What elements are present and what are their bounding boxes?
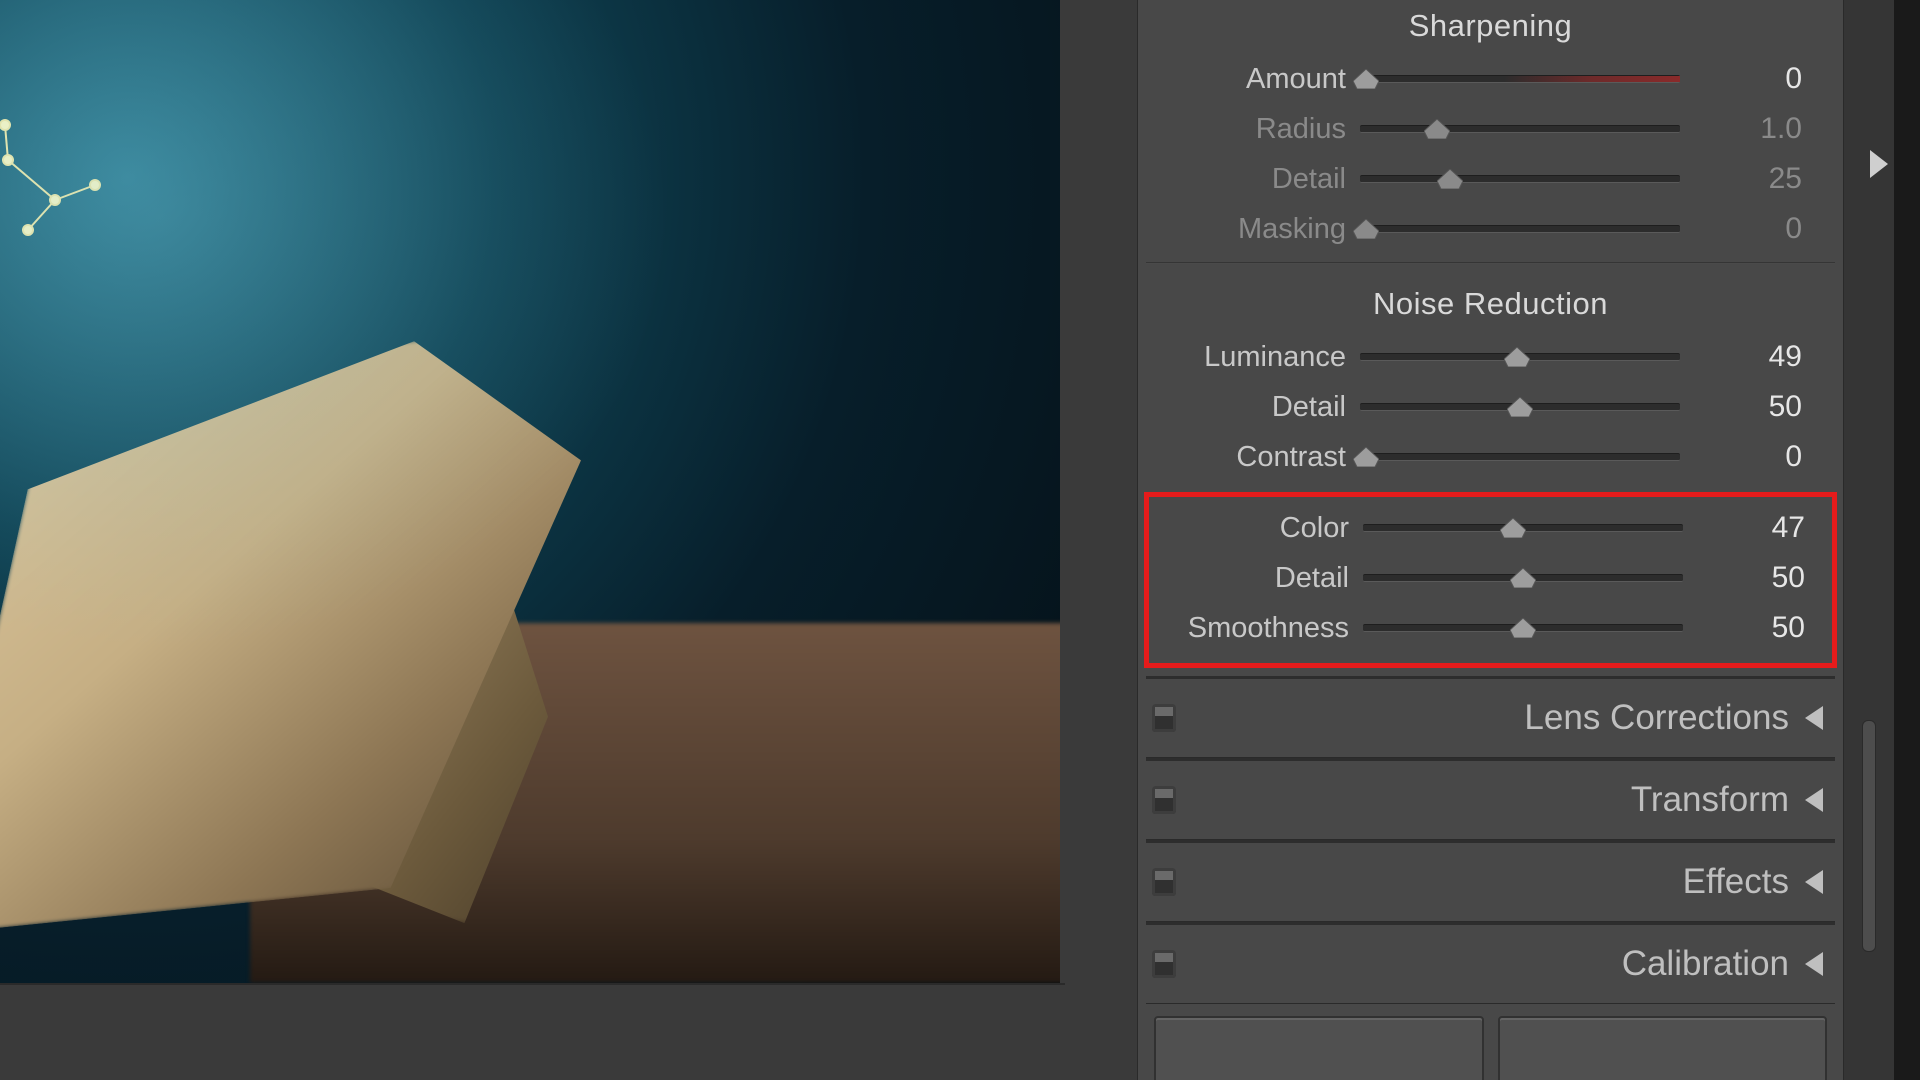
sharpening-masking-row: Masking 0	[1146, 204, 1835, 254]
nr-color-row: Color 47	[1149, 503, 1832, 553]
panel-scrollbar[interactable]	[1862, 720, 1876, 952]
expand-panel-icon[interactable]	[1870, 150, 1888, 178]
slider-thumb-icon[interactable]	[1507, 397, 1533, 417]
panel-transform-title: Transform	[1186, 780, 1789, 820]
nr-contrast-label: Contrast	[1150, 441, 1346, 474]
nr-color-detail-slider[interactable]	[1363, 567, 1683, 589]
sharpening-masking-value[interactable]: 0	[1694, 212, 1808, 246]
nr-luminance-value[interactable]: 49	[1694, 340, 1808, 374]
sharpening-title: Sharpening	[1146, 8, 1835, 44]
sharpening-detail-row: Detail 25	[1146, 154, 1835, 204]
sharpening-amount-value[interactable]: 0	[1694, 62, 1808, 96]
nr-smoothness-slider[interactable]	[1363, 617, 1683, 639]
bottom-toolbar	[0, 983, 1065, 1080]
slider-thumb-icon[interactable]	[1437, 169, 1463, 189]
sharpening-masking-slider[interactable]	[1360, 218, 1680, 240]
panel-toggle-switch[interactable]	[1152, 786, 1176, 814]
sharpening-masking-label: Masking	[1150, 213, 1346, 246]
nr-color-detail-row: Detail 50	[1149, 553, 1832, 603]
panel-effects[interactable]: Effects	[1146, 840, 1835, 921]
right-gutter	[1844, 0, 1894, 1080]
triangle-left-icon[interactable]	[1799, 870, 1829, 894]
slider-thumb-icon[interactable]	[1424, 119, 1450, 139]
sharpening-amount-slider[interactable]	[1360, 68, 1680, 90]
panel-toggle-switch[interactable]	[1152, 950, 1176, 978]
nr-luminance-slider[interactable]	[1360, 346, 1680, 368]
panel-toggle-switch[interactable]	[1152, 704, 1176, 732]
panel-calibration-title: Calibration	[1186, 944, 1789, 984]
panel-effects-title: Effects	[1186, 862, 1789, 902]
constellation-decor	[0, 90, 160, 250]
nr-smoothness-label: Smoothness	[1153, 612, 1349, 645]
sharpening-radius-slider[interactable]	[1360, 118, 1680, 140]
slider-thumb-icon[interactable]	[1500, 518, 1526, 538]
sharpening-radius-value[interactable]: 1.0	[1694, 112, 1808, 146]
nr-luminance-label: Luminance	[1150, 341, 1346, 374]
nr-color-slider[interactable]	[1363, 517, 1683, 539]
slider-thumb-icon[interactable]	[1353, 69, 1379, 89]
triangle-left-icon[interactable]	[1799, 952, 1829, 976]
nr-lum-detail-value[interactable]: 50	[1694, 390, 1808, 424]
panel-lens-corrections-title: Lens Corrections	[1186, 698, 1789, 738]
nr-contrast-slider[interactable]	[1360, 446, 1680, 468]
sharpening-amount-label: Amount	[1150, 63, 1346, 96]
triangle-left-icon[interactable]	[1799, 788, 1829, 812]
panel-toggle-switch[interactable]	[1152, 868, 1176, 896]
window-edge	[1894, 0, 1920, 1080]
color-noise-reduction-highlight: Color 47 Detail	[1144, 492, 1837, 668]
slider-thumb-icon[interactable]	[1504, 347, 1530, 367]
sharpening-radius-row: Radius 1.0	[1146, 104, 1835, 154]
panel-calibration[interactable]: Calibration	[1146, 922, 1835, 1003]
sharpening-amount-row: Amount 0	[1146, 54, 1835, 104]
nr-luminance-row: Luminance 49	[1146, 332, 1835, 382]
panel-lens-corrections[interactable]: Lens Corrections	[1146, 676, 1835, 757]
slider-thumb-icon[interactable]	[1510, 568, 1536, 588]
panel-transform[interactable]: Transform	[1146, 758, 1835, 839]
nr-lum-detail-row: Detail 50	[1146, 382, 1835, 432]
nr-color-value[interactable]: 47	[1697, 511, 1811, 545]
develop-panel: Sharpening Amount 0 Radius	[1137, 0, 1844, 1080]
nr-smoothness-value[interactable]: 50	[1697, 611, 1811, 645]
nr-contrast-row: Contrast 0	[1146, 432, 1835, 482]
nr-color-detail-value[interactable]: 50	[1697, 561, 1811, 595]
sharpening-detail-label: Detail	[1150, 163, 1346, 196]
slider-thumb-icon[interactable]	[1353, 219, 1379, 239]
sharpening-radius-label: Radius	[1150, 113, 1346, 146]
slider-thumb-icon[interactable]	[1353, 447, 1379, 467]
reset-button[interactable]	[1498, 1016, 1828, 1080]
nr-contrast-value[interactable]: 0	[1694, 440, 1808, 474]
noise-reduction-title: Noise Reduction	[1146, 286, 1835, 322]
triangle-left-icon[interactable]	[1799, 706, 1829, 730]
panel-gap	[1065, 0, 1137, 1080]
sharpening-detail-value[interactable]: 25	[1694, 162, 1808, 196]
previous-button[interactable]	[1154, 1016, 1484, 1080]
image-preview-area[interactable]	[0, 0, 1065, 983]
nr-lum-detail-slider[interactable]	[1360, 396, 1680, 418]
sharpening-detail-slider[interactable]	[1360, 168, 1680, 190]
bottom-button-row	[1146, 1004, 1835, 1080]
preview-image	[0, 0, 1060, 983]
image-preview-column	[0, 0, 1065, 1080]
nr-color-detail-label: Detail	[1153, 562, 1349, 595]
nr-lum-detail-label: Detail	[1150, 391, 1346, 424]
slider-thumb-icon[interactable]	[1510, 618, 1536, 638]
section-divider	[1146, 262, 1835, 264]
nr-smoothness-row: Smoothness 50	[1149, 603, 1832, 653]
nr-color-label: Color	[1153, 512, 1349, 545]
